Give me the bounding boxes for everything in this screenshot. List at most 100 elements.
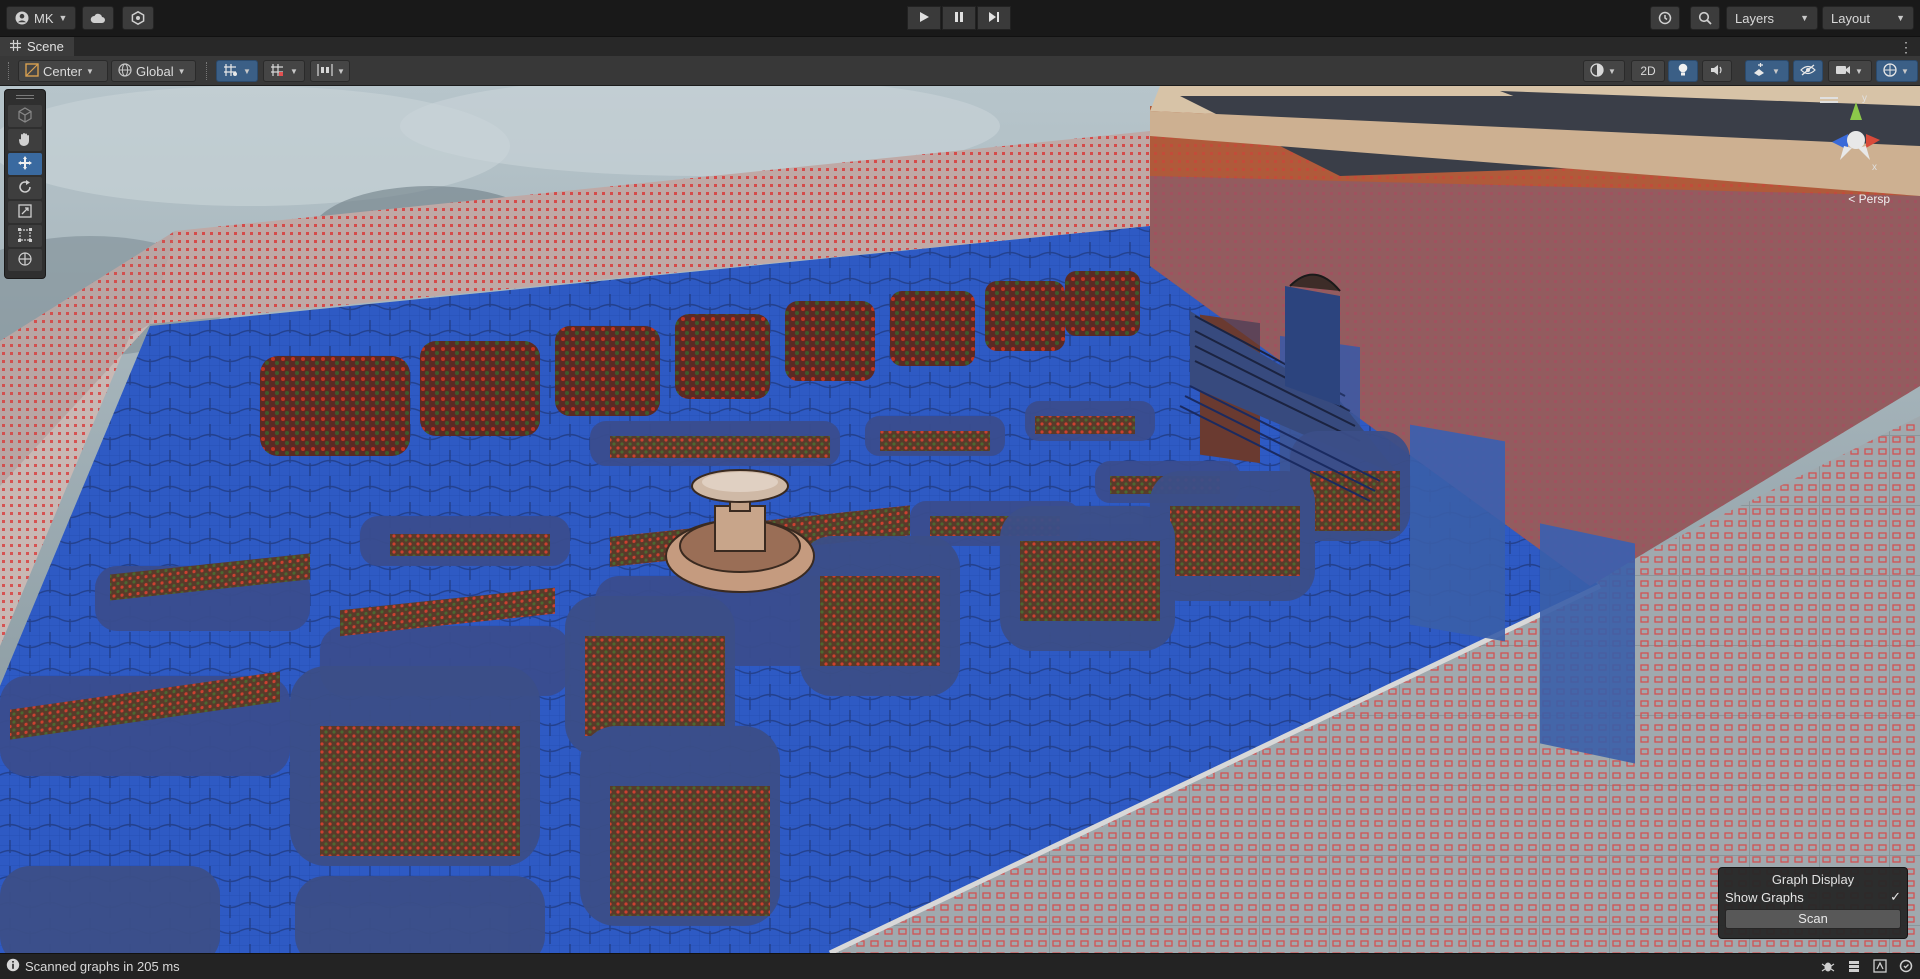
network-icon[interactable]: [1872, 958, 1888, 974]
chevron-down-icon: ▼: [290, 66, 298, 76]
play-controls: [907, 6, 1011, 30]
camera-dropdown[interactable]: ▼: [1828, 60, 1872, 82]
pause-button[interactable]: [942, 6, 976, 30]
tab-scene[interactable]: Scene: [0, 36, 74, 57]
effects-icon: [1752, 62, 1768, 80]
account-icon: [15, 11, 29, 25]
stack-icon[interactable]: [1846, 958, 1862, 974]
scan-button[interactable]: Scan: [1725, 909, 1901, 929]
chevron-down-icon: ▼: [1608, 66, 1616, 76]
rotate-tool-button[interactable]: [8, 177, 42, 199]
account-dropdown[interactable]: MK ▼: [6, 6, 76, 30]
drag-handle[interactable]: [206, 62, 209, 80]
chevron-down-icon: ▼: [1896, 13, 1905, 23]
history-icon: [1658, 11, 1672, 25]
show-graphs-row[interactable]: Show Graphs ✓: [1725, 888, 1901, 906]
progress-icon[interactable]: [1898, 958, 1914, 974]
cloud-button[interactable]: [82, 6, 114, 30]
move-tool-button[interactable]: [8, 153, 42, 175]
hand-tool-button[interactable]: [8, 129, 42, 151]
graph-display-panel: Graph Display Show Graphs ✓ Scan: [1718, 867, 1908, 939]
align-button[interactable]: ▼: [310, 60, 350, 82]
cloud-icon: [90, 12, 106, 24]
show-graphs-checkbox[interactable]: ✓: [1890, 889, 1901, 905]
grid-icon: [10, 39, 21, 54]
gizmos-dropdown[interactable]: ▼: [1876, 60, 1918, 82]
orientation-gizmo[interactable]: y x: [1810, 92, 1900, 192]
transform-icon: [17, 251, 33, 270]
pause-icon: [953, 11, 965, 26]
info-icon: [6, 958, 20, 975]
layers-label: Layers: [1735, 10, 1775, 26]
chevron-down-icon: ▼: [1772, 66, 1780, 76]
view-2d-toggle[interactable]: 2D: [1631, 60, 1665, 82]
pivot-mode-label: Center: [43, 63, 83, 79]
chevron-down-icon: ▼: [1901, 66, 1909, 76]
shading-sphere-icon: [1590, 62, 1604, 80]
chevron-down-icon: ▼: [1855, 66, 1863, 76]
hidden-objects-toggle[interactable]: [1793, 60, 1823, 82]
rect-transform-icon: [17, 227, 33, 246]
layers-dropdown[interactable]: Layers ▼: [1726, 6, 1818, 30]
align-icon: [317, 63, 333, 80]
space-mode-label: Global: [136, 63, 174, 79]
tool-palette: [4, 89, 46, 279]
light-bulb-icon: [1677, 63, 1689, 80]
pivot-mode-dropdown[interactable]: Center ▼: [18, 60, 108, 82]
graph-display-title: Graph Display: [1771, 872, 1855, 887]
shading-mode-dropdown[interactable]: ▼: [1583, 60, 1625, 82]
search-icon: [1698, 11, 1712, 25]
pivot-icon: [25, 62, 39, 80]
view-2d-label: 2D: [1640, 64, 1656, 78]
kebab-menu-icon[interactable]: ⋮: [1899, 39, 1913, 56]
account-label: MK: [34, 10, 54, 26]
scene-toolbar: Center ▼ Global ▼ ▼ ▼ ▼ ▼ 2D ▼ ▼ ▼: [0, 56, 1920, 86]
move-arrows-icon: [17, 155, 33, 174]
svg-text:x: x: [1872, 162, 1877, 173]
svg-text:y: y: [1862, 93, 1867, 104]
scale-tool-button[interactable]: [8, 201, 42, 223]
tab-scene-label: Scene: [27, 39, 64, 54]
rect-tool-button[interactable]: [8, 225, 42, 247]
show-graphs-label: Show Graphs: [1725, 889, 1804, 905]
step-button[interactable]: [977, 6, 1011, 30]
bug-icon[interactable]: [1820, 958, 1836, 974]
cube-icon: [17, 106, 33, 126]
layout-label: Layout: [1831, 10, 1871, 26]
status-icons: [1820, 958, 1914, 974]
effects-dropdown[interactable]: ▼: [1745, 60, 1789, 82]
palette-grip[interactable]: [8, 93, 42, 103]
play-button[interactable]: [907, 6, 941, 30]
audio-toggle[interactable]: [1702, 60, 1732, 82]
speaker-icon: [1710, 63, 1724, 80]
gizmo-globe-icon: [1883, 62, 1897, 80]
status-message[interactable]: Scanned graphs in 205 ms: [6, 958, 180, 975]
chevron-down-icon: ▼: [177, 66, 186, 76]
chevron-down-icon: ▼: [337, 66, 345, 76]
space-mode-dropdown[interactable]: Global ▼: [111, 60, 196, 82]
chevron-down-icon: ▼: [243, 66, 251, 76]
camera-icon: [1835, 64, 1851, 79]
lighting-toggle[interactable]: [1668, 60, 1698, 82]
scene-tab-bar: Scene ⋮: [0, 36, 1920, 57]
drag-handle[interactable]: [8, 62, 11, 80]
view-tool-button[interactable]: [8, 105, 42, 127]
grid-snap-icon: [223, 63, 239, 80]
chevron-down-icon: ▼: [58, 13, 68, 23]
globe-icon: [118, 62, 132, 80]
snap-increment-icon: [270, 63, 286, 80]
scene-render: [0, 86, 1920, 953]
collab-button[interactable]: [122, 6, 154, 30]
snap-increment-button[interactable]: ▼: [263, 60, 305, 82]
search-button[interactable]: [1690, 6, 1720, 30]
scene-viewport[interactable]: y x < Persp Graph Display Show Graphs ✓ …: [0, 86, 1920, 953]
collab-icon: [131, 11, 145, 25]
layout-dropdown[interactable]: Layout ▼: [1822, 6, 1914, 30]
chevron-down-icon: ▼: [86, 66, 94, 76]
grid-snap-button[interactable]: ▼: [216, 60, 258, 82]
projection-label[interactable]: < Persp: [1848, 192, 1890, 206]
transform-tool-button[interactable]: [8, 249, 42, 271]
main-toolbar: MK ▼ Layers ▼ Layout ▼: [0, 0, 1920, 36]
history-button[interactable]: [1650, 6, 1680, 30]
hand-icon: [17, 131, 33, 150]
